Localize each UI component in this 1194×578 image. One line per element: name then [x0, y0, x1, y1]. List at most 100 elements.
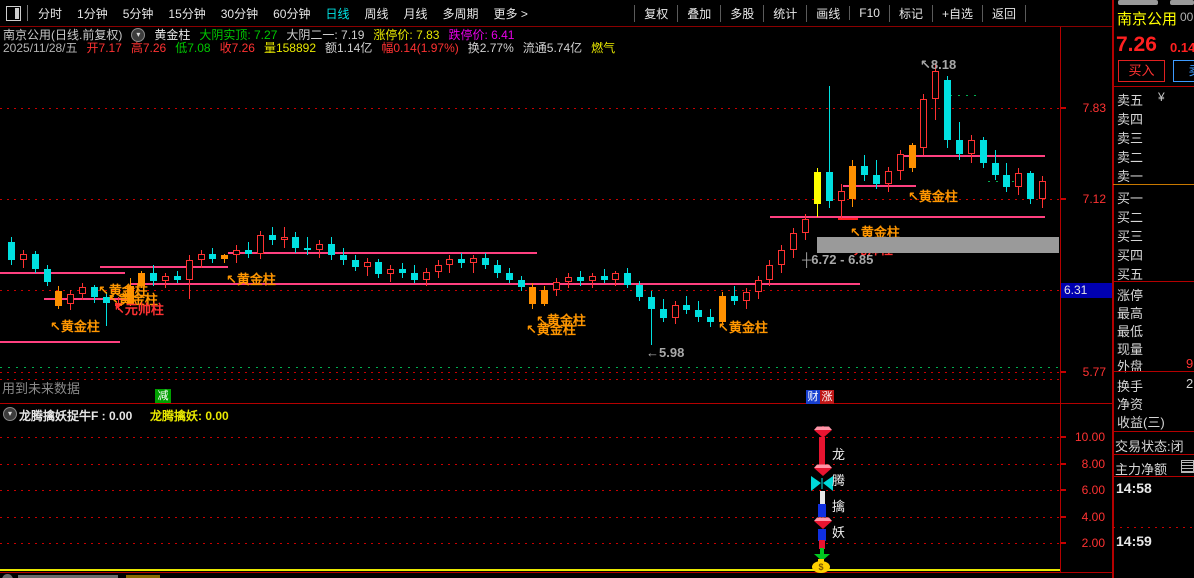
period-menu-item[interactable]: 周线	[364, 5, 388, 22]
tools-menu-item[interactable]: 画线	[806, 5, 849, 22]
candle	[778, 250, 785, 265]
drawn-line-price-tag[interactable]: 6.31	[1061, 283, 1112, 298]
indicator-zero-line	[0, 569, 1060, 571]
candle	[577, 277, 584, 281]
stat-row: 换手	[1117, 376, 1143, 395]
cai-badge: 财	[806, 390, 820, 404]
period-menu-item[interactable]: 月线	[404, 5, 428, 22]
trendline	[228, 252, 537, 254]
top-menu-bar: 分时 1分钟 5分钟 15分钟 30分钟 60分钟日线周线月线多周期更多 > 复权叠加多股…	[0, 0, 1112, 27]
candle	[968, 140, 975, 154]
trendline	[770, 216, 1045, 218]
candle	[553, 282, 560, 290]
tools-menu-item[interactable]: 标记	[889, 5, 932, 22]
golden-pillar-label: ↖黄金柱	[226, 269, 276, 288]
period-menu-item[interactable]: 5分钟	[123, 5, 154, 22]
candle	[932, 71, 939, 99]
svg-text:$: $	[818, 562, 823, 572]
list-icon[interactable]	[1181, 460, 1194, 473]
candle	[186, 260, 193, 280]
candle	[67, 294, 74, 304]
sell-button[interactable]: 卖	[1173, 60, 1194, 82]
period-menu-item[interactable]: 日线	[325, 5, 349, 22]
tools-menu-item[interactable]: +自选	[932, 5, 982, 22]
candle-wick	[841, 184, 842, 219]
candle	[636, 285, 643, 297]
ask-row-4[interactable]: 卖四	[1117, 109, 1143, 128]
candle	[861, 166, 868, 175]
bid-row-2[interactable]: 买二	[1117, 207, 1143, 226]
tools-menu-item[interactable]: F10	[849, 6, 889, 20]
candle	[257, 235, 264, 254]
candle	[506, 273, 513, 280]
golden-pillar-label: ↖黄金柱	[50, 316, 100, 335]
overlay-dotted-green	[0, 367, 1060, 368]
totem-character: 妖	[832, 522, 845, 541]
candle	[482, 258, 489, 265]
golden-pillar-label: ↖黄金柱	[718, 317, 768, 336]
candle	[790, 233, 797, 250]
period-menu-item[interactable]: 更多 >	[494, 5, 528, 22]
quote-segment: 收7.26	[220, 39, 255, 56]
bid-ask-divider	[1113, 184, 1194, 185]
ask-row-5[interactable]: 卖五	[1117, 90, 1143, 109]
price-note: ↖8.18	[920, 57, 956, 73]
totem-character: 擒	[832, 496, 845, 515]
sidebar-divider	[1113, 281, 1194, 282]
candle	[826, 172, 833, 201]
candle	[731, 296, 738, 301]
period-menu-item[interactable]: 15分钟	[168, 5, 205, 22]
ask-row-3[interactable]: 卖三	[1117, 128, 1143, 147]
candle	[766, 265, 773, 280]
tools-menu-item[interactable]: 复权	[634, 5, 677, 22]
bid-row-4[interactable]: 买四	[1117, 245, 1143, 264]
candle	[612, 273, 619, 280]
period-menu-item[interactable]: 1分钟	[77, 5, 108, 22]
period-menu-item[interactable]: 分时	[38, 5, 62, 22]
period-menu-item[interactable]: 60分钟	[273, 5, 310, 22]
tools-menu-item[interactable]: 叠加	[677, 5, 720, 22]
candle	[992, 163, 999, 175]
ask-row-1[interactable]: 卖一	[1117, 166, 1143, 185]
candle	[920, 99, 927, 148]
candle	[672, 305, 679, 318]
candle	[518, 280, 525, 287]
tools-menu-item[interactable]: 统计	[763, 5, 806, 22]
future-data-warning: 用到未来数据	[2, 378, 80, 397]
bid-row-3[interactable]: 买三	[1117, 226, 1143, 245]
price-axis-label: 7.83	[1062, 101, 1106, 115]
period-menu-item[interactable]: 多周期	[443, 5, 479, 22]
quote-segment: 燃气	[591, 39, 615, 56]
candle	[316, 244, 323, 250]
candle	[281, 237, 288, 240]
price-axis-label: 5.77	[1062, 365, 1106, 379]
candle	[44, 269, 51, 282]
tools-menu-item[interactable]: 多股	[720, 5, 763, 22]
candle	[1039, 181, 1046, 199]
trade-status: 交易状态:闭	[1115, 436, 1184, 455]
ask-row-2[interactable]: 卖二	[1117, 147, 1143, 166]
marshal-pillar-label: ↖元帅柱	[114, 299, 164, 318]
layout-split-icon[interactable]	[6, 6, 21, 21]
buy-button[interactable]: 买入	[1118, 60, 1165, 82]
sidebar-divider	[1113, 454, 1194, 455]
sidebar-stock-name[interactable]: 南京公用	[1117, 8, 1177, 29]
bid-row-1[interactable]: 买一	[1117, 188, 1143, 207]
candle	[292, 237, 299, 248]
candle	[364, 262, 371, 267]
stat-row: 净资	[1117, 394, 1143, 413]
tools-menu: 复权叠加多股统计画线F10标记+自选返回	[634, 0, 1026, 26]
quote-info-line: 2025/11/28/五开7.17高7.26低7.08收7.26量158892额…	[3, 41, 615, 54]
price-change: 0.14	[1170, 40, 1194, 55]
price-axis-line	[1060, 27, 1061, 572]
candle	[91, 287, 98, 297]
quote-segment: 流通5.74亿	[523, 39, 582, 56]
period-menu-item[interactable]: 30分钟	[221, 5, 258, 22]
indicator-collapse-icon[interactable]: ▾	[3, 407, 17, 421]
window-stub	[1118, 0, 1158, 5]
tools-menu-item[interactable]: 返回	[982, 5, 1026, 22]
candle	[589, 276, 596, 281]
stat-value: 2	[1186, 376, 1193, 391]
sidebar-stock-code: 00	[1180, 10, 1193, 24]
sidebar-dotted-divider	[1113, 527, 1194, 528]
